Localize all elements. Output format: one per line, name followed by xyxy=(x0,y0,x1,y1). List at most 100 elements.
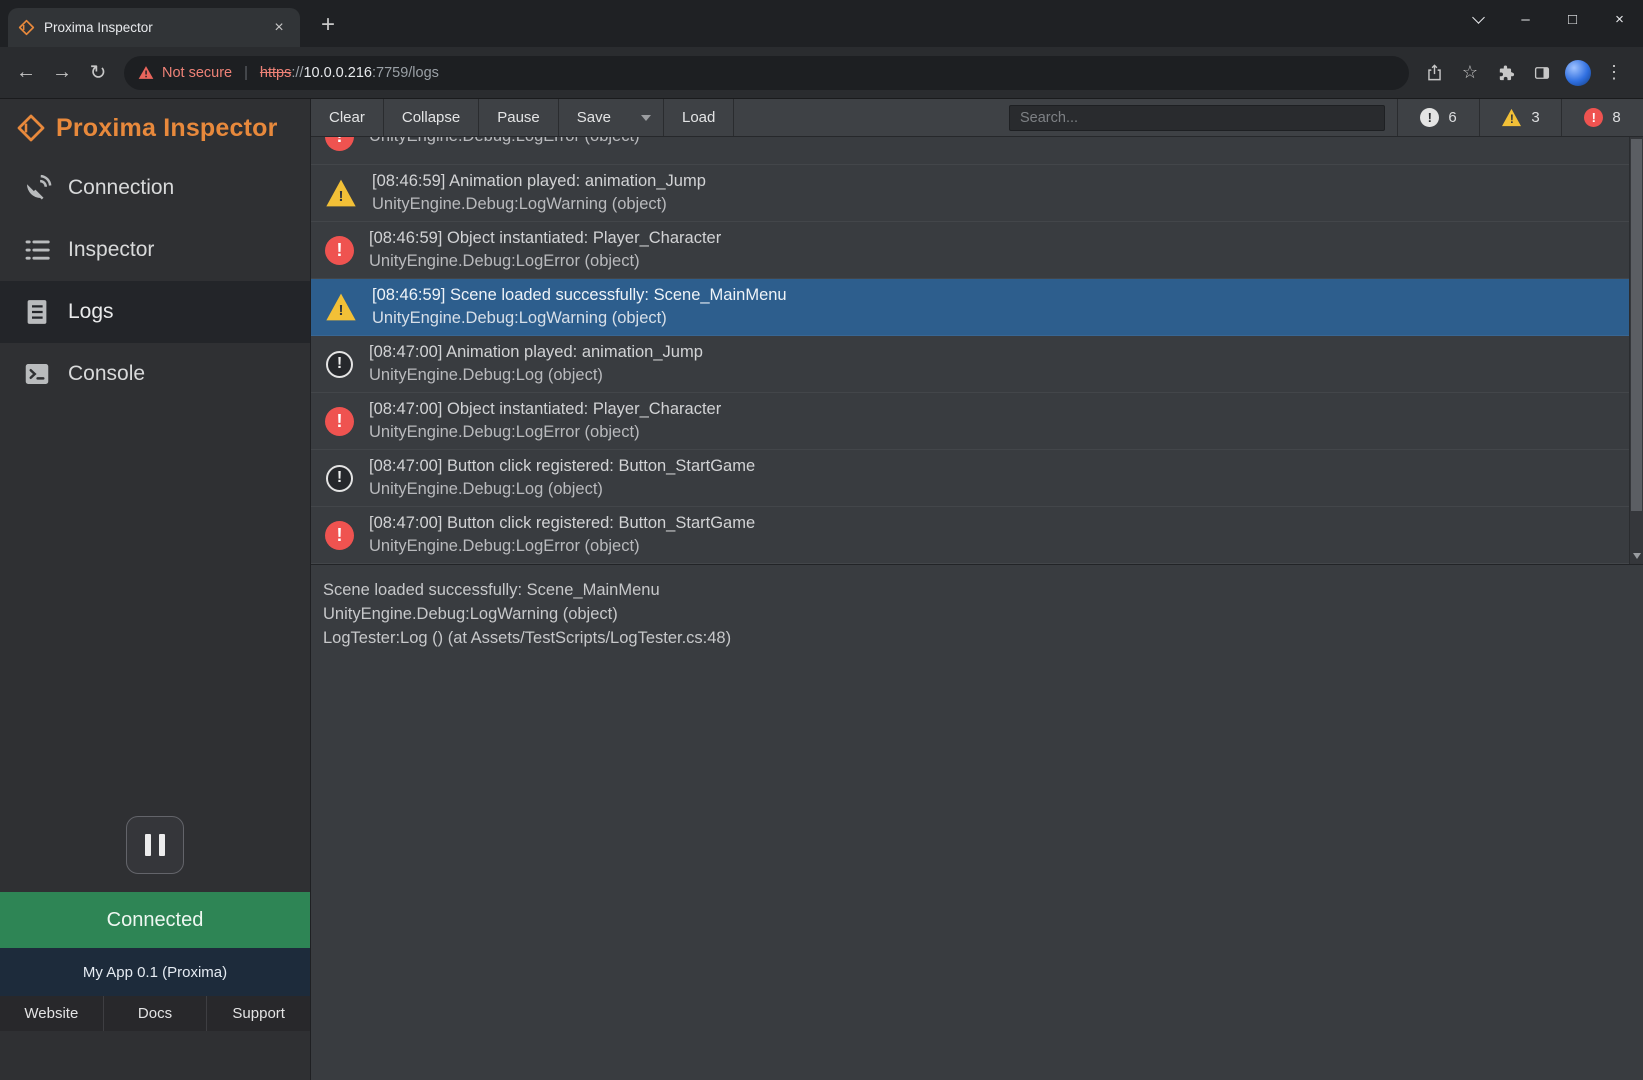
scrollbar-thumb[interactable] xyxy=(1631,139,1642,511)
warning-icon: ! xyxy=(1501,108,1522,127)
maximize-button[interactable]: □ xyxy=(1549,0,1596,38)
sidebar-item-logs[interactable]: Logs xyxy=(0,281,310,343)
collapse-button[interactable]: Collapse xyxy=(384,99,479,136)
pause-button[interactable]: Pause xyxy=(479,99,559,136)
warning-count-value: 3 xyxy=(1531,109,1539,126)
forward-button[interactable]: → xyxy=(44,55,80,91)
avatar xyxy=(1565,60,1591,86)
load-button[interactable]: Load xyxy=(664,99,734,136)
document-icon xyxy=(22,297,52,327)
log-list: !UnityEngine.Debug:LogError (object)![08… xyxy=(311,137,1629,564)
back-button[interactable]: ← xyxy=(8,55,44,91)
chevron-down-icon xyxy=(1472,11,1485,24)
sidebar-item-console[interactable]: Console xyxy=(0,343,310,405)
log-trace: UnityEngine.Debug:LogError (object) xyxy=(369,250,721,273)
log-row[interactable]: ! [08:47:00] Object instantiated: Player_… xyxy=(311,393,1629,450)
sidebar-item-inspector[interactable]: Inspector xyxy=(0,219,310,281)
log-row[interactable]: ![08:47:00] Button click registered: But… xyxy=(311,507,1629,564)
url-path: :7759/logs xyxy=(372,65,439,81)
sidebar: Proxima Inspector Connection Inspector xyxy=(0,99,310,1080)
url-host: 10.0.0.216 xyxy=(303,65,372,81)
sidebar-item-connection[interactable]: Connection xyxy=(0,157,310,219)
log-trace: UnityEngine.Debug:Log (object) xyxy=(369,364,703,387)
log-message: [08:46:59] Object instantiated: Player_C… xyxy=(369,227,721,250)
profile-avatar[interactable] xyxy=(1561,56,1595,90)
app-info-label: My App 0.1 (Proxima) xyxy=(83,964,227,981)
log-row[interactable]: ! UnityEngine.Debug:LogError (object) xyxy=(311,137,1629,165)
browser-menu-kebab-icon[interactable]: ⋮ xyxy=(1597,56,1631,90)
scrollbar-down-arrow-icon[interactable] xyxy=(1633,553,1641,559)
sidebar-item-label: Logs xyxy=(68,300,114,324)
log-row[interactable]: ! [08:46:59] Animation played: animation_… xyxy=(311,165,1629,222)
pause-wrap xyxy=(0,816,310,874)
sidebar-spacer xyxy=(0,405,310,816)
url-scheme-sep: :// xyxy=(291,65,303,81)
minimize-button[interactable]: – xyxy=(1502,0,1549,38)
tab-close-icon[interactable]: × xyxy=(268,17,290,39)
docs-link[interactable]: Docs xyxy=(103,996,207,1031)
brand: Proxima Inspector xyxy=(0,99,310,157)
support-link[interactable]: Support xyxy=(206,996,310,1031)
log-message: [08:47:00] Animation played: animation_J… xyxy=(369,341,703,364)
log-text: [08:47:00] Object instantiated: Player_C… xyxy=(369,398,721,444)
extensions-puzzle-icon[interactable] xyxy=(1489,56,1523,90)
info-count-filter[interactable]: ! 6 xyxy=(1397,99,1479,136)
log-text: [08:47:00] Button click registered: Butt… xyxy=(369,455,755,501)
log-message: [08:47:00] Object instantiated: Player_C… xyxy=(369,398,721,421)
browser-tab[interactable]: Proxima Inspector × xyxy=(8,8,300,47)
detail-line: LogTester:Log () (at Assets/TestScripts/… xyxy=(323,626,1629,650)
log-row[interactable]: ! [08:46:59] Object instantiated: Player_… xyxy=(311,222,1629,279)
log-row[interactable]: ![08:46:59] Scene loaded successfully: S… xyxy=(311,279,1629,336)
log-text: UnityEngine.Debug:LogError (object) xyxy=(369,137,640,148)
error-icon: ! xyxy=(325,236,354,265)
close-button[interactable]: × xyxy=(1596,0,1643,38)
log-trace: UnityEngine.Debug:LogError (object) xyxy=(369,535,755,558)
pause-stream-button[interactable] xyxy=(126,816,184,874)
sidebar-item-label: Connection xyxy=(68,176,174,200)
page: Proxima Inspector Connection Inspector xyxy=(0,99,1643,1080)
proxima-logo-icon xyxy=(16,113,46,143)
log-text: [08:46:59] Object instantiated: Player_C… xyxy=(369,227,721,273)
url-bar[interactable]: Not secure | https://10.0.0.216:7759/log… xyxy=(124,56,1409,90)
search-input[interactable] xyxy=(1009,105,1385,131)
error-icon: ! xyxy=(325,407,354,436)
warning-icon: ! xyxy=(325,178,357,208)
share-icon[interactable] xyxy=(1417,56,1451,90)
security-label[interactable]: Not secure xyxy=(162,65,232,81)
bookmark-star-icon[interactable]: ☆ xyxy=(1453,56,1487,90)
chevron-down-icon xyxy=(641,115,651,121)
clear-button[interactable]: Clear xyxy=(311,99,384,136)
window-controls: – □ × xyxy=(1455,0,1643,38)
warning-count-filter[interactable]: ! 3 xyxy=(1479,99,1561,136)
reload-button[interactable]: ↻ xyxy=(80,55,116,91)
log-area: !UnityEngine.Debug:LogError (object)![08… xyxy=(311,137,1643,565)
connection-status-badge: Connected xyxy=(0,892,310,948)
log-scrollbar[interactable] xyxy=(1629,137,1643,564)
error-count-filter[interactable]: ! 8 xyxy=(1561,99,1643,136)
tab-search-button[interactable] xyxy=(1455,0,1502,38)
log-trace: UnityEngine.Debug:LogError (object) xyxy=(369,421,721,444)
connection-status-label: Connected xyxy=(107,909,204,932)
error-icon: ! xyxy=(1584,108,1603,127)
log-row[interactable]: ![08:47:00] Animation played: animation_… xyxy=(311,336,1629,393)
url-text: https://10.0.0.216:7759/logs xyxy=(260,65,439,81)
log-trace: UnityEngine.Debug:LogWarning (object) xyxy=(372,193,706,216)
log-text: [08:47:00] Animation played: animation_J… xyxy=(369,341,703,387)
log-text: [08:47:00] Button click registered: Butt… xyxy=(369,512,755,558)
detail-panel: Scene loaded successfully: Scene_MainMen… xyxy=(311,565,1643,650)
log-message: [08:46:59] Animation played: animation_J… xyxy=(372,170,706,193)
save-button[interactable]: Save xyxy=(559,99,629,136)
save-dropdown-button[interactable] xyxy=(629,99,664,136)
info-icon: ! xyxy=(326,465,353,492)
url-separator: | xyxy=(244,65,248,81)
side-panel-icon[interactable] xyxy=(1525,56,1559,90)
addressbar-actions: ☆ ⋮ xyxy=(1417,56,1631,90)
warning-icon: ! xyxy=(325,292,357,322)
browser-titlebar: Proxima Inspector × + – □ × xyxy=(0,0,1643,47)
new-tab-button[interactable]: + xyxy=(314,11,342,39)
error-icon: ! xyxy=(325,137,354,151)
log-trace: UnityEngine.Debug:LogError (object) xyxy=(369,137,640,148)
proxima-favicon-icon xyxy=(18,19,35,36)
website-link[interactable]: Website xyxy=(0,996,103,1031)
log-row[interactable]: ! [08:47:00] Button click registered: But… xyxy=(311,450,1629,507)
